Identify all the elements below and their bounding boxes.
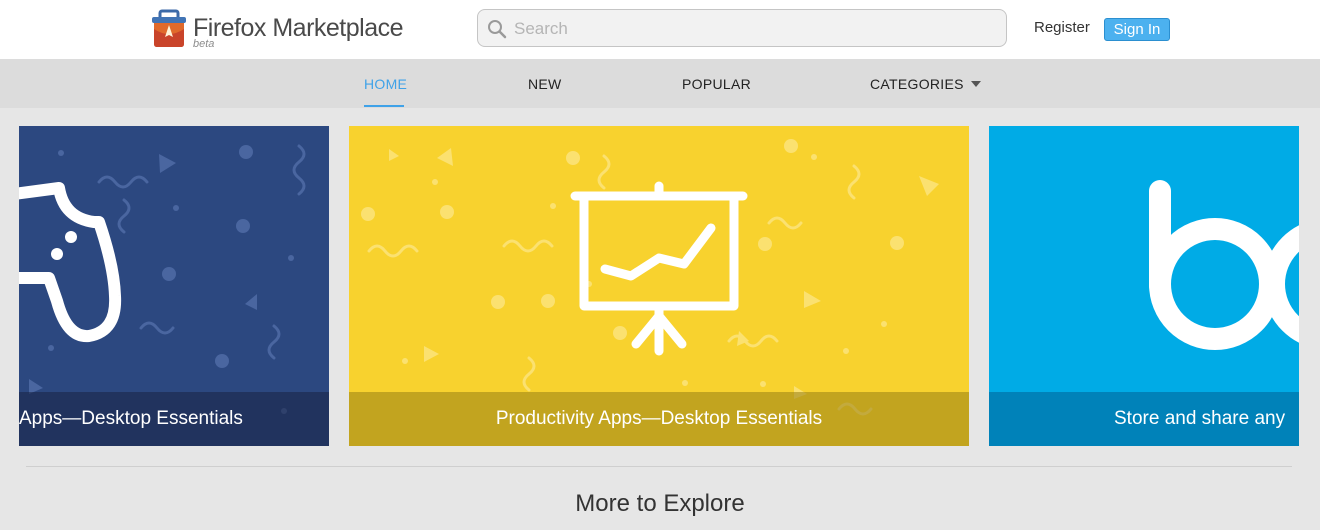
search-box[interactable] xyxy=(477,9,1007,48)
chevron-down-icon xyxy=(970,81,981,87)
main-nav: HOME NEW POPULAR CATEGORIES xyxy=(0,59,1320,108)
header: Firefox Marketplace beta Register Sign I… xyxy=(0,0,1320,59)
nav-active-indicator xyxy=(364,105,404,107)
carousel-caption: Store and share any xyxy=(989,392,1299,446)
register-link[interactable]: Register xyxy=(1034,19,1090,36)
carousel-card-storage[interactable]: Store and share any xyxy=(989,126,1299,446)
carousel-card-games[interactable]: Apps—Desktop Essentials xyxy=(19,126,329,446)
more-to-explore-heading: More to Explore xyxy=(575,490,745,517)
logo-title[interactable]: Firefox Marketplace xyxy=(193,13,404,43)
nav-popular[interactable]: POPULAR xyxy=(682,76,751,92)
logo-product: Marketplace xyxy=(265,14,404,42)
search-icon xyxy=(487,19,507,39)
sign-in-button[interactable]: Sign In xyxy=(1104,18,1170,41)
nav-new[interactable]: NEW xyxy=(528,76,562,92)
nav-categories-label: CATEGORIES xyxy=(870,76,964,92)
section-divider xyxy=(26,466,1292,467)
nav-categories[interactable]: CATEGORIES xyxy=(870,76,981,92)
nav-home[interactable]: HOME xyxy=(364,76,407,92)
search-input[interactable] xyxy=(512,10,996,48)
carousel-caption: Productivity Apps—Desktop Essentials xyxy=(349,392,969,446)
carousel-caption: Apps—Desktop Essentials xyxy=(19,392,329,446)
firefox-marketplace-logo-icon[interactable] xyxy=(150,9,188,49)
beta-badge: beta xyxy=(193,38,215,50)
carousel-card-productivity[interactable]: Productivity Apps—Desktop Essentials xyxy=(349,126,969,446)
